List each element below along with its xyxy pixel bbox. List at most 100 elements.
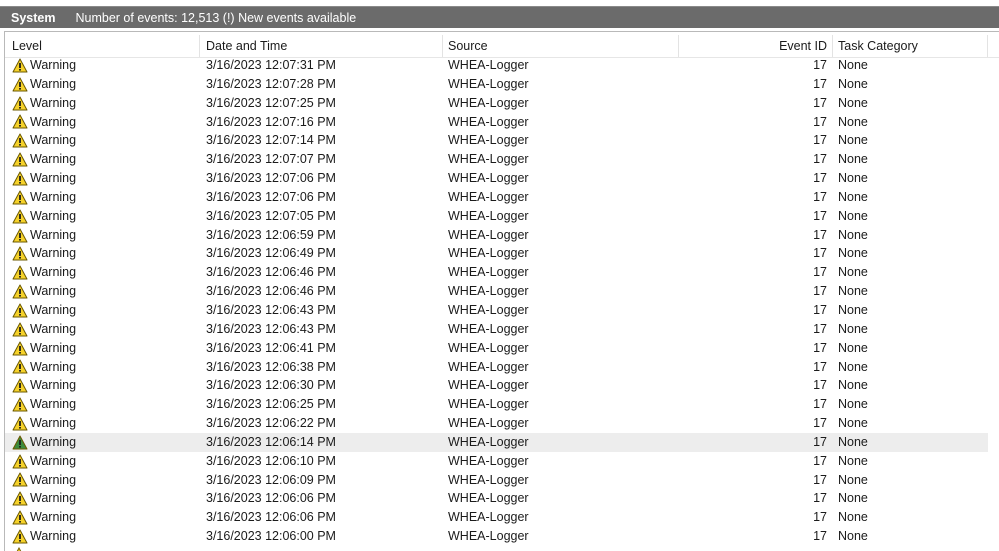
event-row[interactable]: Warning 3/16/2023 12:07:14 PM WHEA-Logger 1…: [5, 131, 988, 150]
event-row[interactable]: Warning 3/16/2023 12:06:00 PM WHEA-Logger 1…: [5, 527, 988, 546]
event-source-cell: WHEA-Logger: [448, 95, 529, 110]
event-level-text: Warning: [30, 529, 77, 544]
warning-triangle-icon: [12, 491, 28, 506]
event-source-cell: WHEA-Logger: [448, 114, 529, 129]
event-row[interactable]: Warning 3/16/2023 12:06:14 PM WHEA-Logger 1…: [5, 432, 988, 452]
event-id-cell: 17: [813, 416, 827, 431]
event-row[interactable]: Warning 3/16/2023 12:07:16 PM WHEA-Logger 1…: [5, 113, 988, 132]
event-task-category-cell: None: [838, 189, 868, 204]
event-row[interactable]: Warning 3/16/2023 12:07:25 PM WHEA-Logger 1…: [5, 94, 988, 113]
column-header-level-label: Level: [12, 39, 42, 53]
event-task-category-cell: None: [838, 76, 868, 91]
event-id-cell: 17: [813, 378, 827, 393]
event-datetime-cell: 3/16/2023 12:07:07 PM: [206, 152, 336, 167]
event-count-status[interactable]: Number of events: 12,513 (!) New events …: [75, 11, 356, 25]
event-datetime-cell: 3/16/2023 12:07:14 PM: [206, 133, 336, 148]
column-header-source[interactable]: Source: [443, 35, 679, 57]
event-row[interactable]: Warning 3/16/2023 12:06:46 PM WHEA-Logger 1…: [5, 263, 988, 282]
event-task-category-cell: None: [838, 321, 868, 336]
event-row[interactable]: Warning 3/16/2023 12:06:06 PM WHEA-Logger 1…: [5, 489, 988, 508]
event-datetime-cell: 3/16/2023 12:07:31 PM: [206, 58, 336, 72]
event-row[interactable]: Warning 3/16/2023 12:06:30 PM WHEA-Logger 1…: [5, 376, 988, 395]
warning-triangle-icon: [12, 114, 28, 129]
event-datetime-cell: 3/16/2023 12:06:00 PM: [206, 529, 336, 544]
column-header-event-id[interactable]: Event ID: [679, 35, 833, 57]
warning-triangle-icon: [12, 359, 28, 374]
event-id-cell: 17: [813, 340, 827, 355]
event-row[interactable]: Warning 3/16/2023 12:07:06 PM WHEA-Logger 1…: [5, 169, 988, 188]
event-level-text: Warning: [30, 58, 77, 72]
event-level-text: Warning: [30, 284, 77, 299]
event-level-cell: Warning: [12, 282, 197, 301]
event-source-cell: WHEA-Logger: [448, 510, 529, 525]
event-row[interactable]: Warning 3/16/2023 12:06:49 PM WHEA-Logger 1…: [5, 244, 988, 263]
events-list-panel: Level Date and Time Source Event ID Task…: [4, 31, 999, 551]
event-row[interactable]: Warning 3/16/2023 12:06:43 PM WHEA-Logger 1…: [5, 301, 988, 320]
event-row[interactable]: Warning 3/16/2023 12:06:43 PM WHEA-Logger 1…: [5, 320, 988, 339]
event-source-cell: WHEA-Logger: [448, 302, 529, 317]
event-source-cell: WHEA-Logger: [448, 378, 529, 393]
event-level-text: Warning: [30, 76, 77, 91]
event-task-category-cell: None: [838, 227, 868, 242]
event-datetime-cell: 3/16/2023 12:07:28 PM: [206, 76, 336, 91]
warning-triangle-icon: [12, 246, 28, 261]
event-level-text: Warning: [30, 453, 77, 468]
event-row[interactable]: Warning 3/16/2023 12:07:05 PM WHEA-Logger 1…: [5, 207, 988, 226]
event-level-cell: Warning: [12, 301, 197, 320]
event-level-cell: Warning: [12, 244, 197, 263]
event-row[interactable]: Warning 3/16/2023 12:06:25 PM WHEA-Logger 1…: [5, 395, 988, 414]
event-datetime-cell: 3/16/2023 12:06:46 PM: [206, 265, 336, 280]
log-name: System: [11, 10, 56, 25]
event-task-category-cell: None: [838, 152, 868, 167]
event-level-cell: Warning: [12, 489, 197, 508]
column-header-level[interactable]: Level: [5, 35, 200, 57]
event-source-cell: WHEA-Logger: [448, 397, 529, 412]
event-row[interactable]: Warning 3/16/2023 12:07:06 PM WHEA-Logger 1…: [5, 188, 988, 207]
event-task-category-cell: None: [838, 472, 868, 487]
event-id-cell: 17: [813, 171, 827, 186]
event-level-cell: Warning: [12, 395, 197, 414]
event-id-cell: 17: [813, 302, 827, 317]
event-datetime-cell: 3/16/2023 12:06:06 PM: [206, 510, 336, 525]
event-level-text: Warning: [30, 208, 77, 223]
event-source-cell: WHEA-Logger: [448, 58, 529, 72]
event-row[interactable]: Warning 3/16/2023 12:06:09 PM WHEA-Logger 1…: [5, 471, 988, 490]
event-level-text: Warning: [30, 95, 77, 110]
event-level-text: Warning: [30, 302, 77, 317]
event-row[interactable]: Warning 3/16/2023 12:06:06 PM WHEA-Logger 1…: [5, 508, 988, 527]
event-level-text: Warning: [30, 359, 77, 374]
event-row[interactable]: Warning 3/16/2023 12:07:28 PM WHEA-Logger 1…: [5, 75, 988, 94]
event-id-cell: 17: [813, 472, 827, 487]
warning-triangle-icon: [12, 322, 28, 337]
event-row[interactable]: Warning 3/16/2023 12:06:46 PM WHEA-Logger 1…: [5, 282, 988, 301]
column-header-date-time[interactable]: Date and Time: [200, 35, 443, 57]
event-level-cell: Warning: [12, 113, 197, 132]
event-task-category-cell: None: [838, 114, 868, 129]
event-row[interactable]: Warning 3/16/2023 12:06:22 PM WHEA-Logger 1…: [5, 414, 988, 433]
event-datetime-cell: 3/16/2023 12:07:05 PM: [206, 208, 336, 223]
event-row[interactable]: Warning 3/16/2023 12:06:38 PM WHEA-Logger 1…: [5, 358, 988, 377]
event-id-cell: 17: [813, 284, 827, 299]
warning-triangle-icon: [12, 341, 28, 356]
event-source-cell: WHEA-Logger: [448, 340, 529, 355]
event-datetime-cell: 3/16/2023 12:06:43 PM: [206, 321, 336, 336]
log-header-bar: System Number of events: 12,513 (!) New …: [0, 6, 999, 28]
event-row[interactable]: Warning 3/16/2023 12:06:41 PM WHEA-Logger 1…: [5, 339, 988, 358]
event-id-cell: 17: [813, 453, 827, 468]
event-datetime-cell: 3/16/2023 12:06:49 PM: [206, 246, 336, 261]
event-datetime-cell: 3/16/2023 12:07:25 PM: [206, 95, 336, 110]
event-source-cell: WHEA-Logger: [448, 246, 529, 261]
event-row[interactable]: Warning 3/16/2023 12:07:07 PM WHEA-Logger 1…: [5, 150, 988, 169]
event-row[interactable]: Warning 3/16/2023 12:06:10 PM WHEA-Logger 1…: [5, 452, 988, 471]
event-task-category-cell: None: [838, 171, 868, 186]
event-level-text: Warning: [30, 152, 77, 167]
event-id-cell: 17: [813, 491, 827, 506]
event-source-cell: WHEA-Logger: [448, 416, 529, 431]
event-row[interactable]: Warning 3/16/2023 12:06:59 PM WHEA-Logger 1…: [5, 226, 988, 245]
column-header-task-category[interactable]: Task Category: [833, 35, 988, 57]
warning-triangle-icon: [12, 454, 28, 469]
warning-triangle-icon: [12, 416, 28, 431]
event-datetime-cell: 3/16/2023 12:06:14 PM: [206, 434, 336, 449]
event-datetime-cell: 3/16/2023 12:06:10 PM: [206, 453, 336, 468]
event-row[interactable]: Warning 3/16/2023 12:07:31 PM WHEA-Logger 1…: [5, 56, 988, 75]
